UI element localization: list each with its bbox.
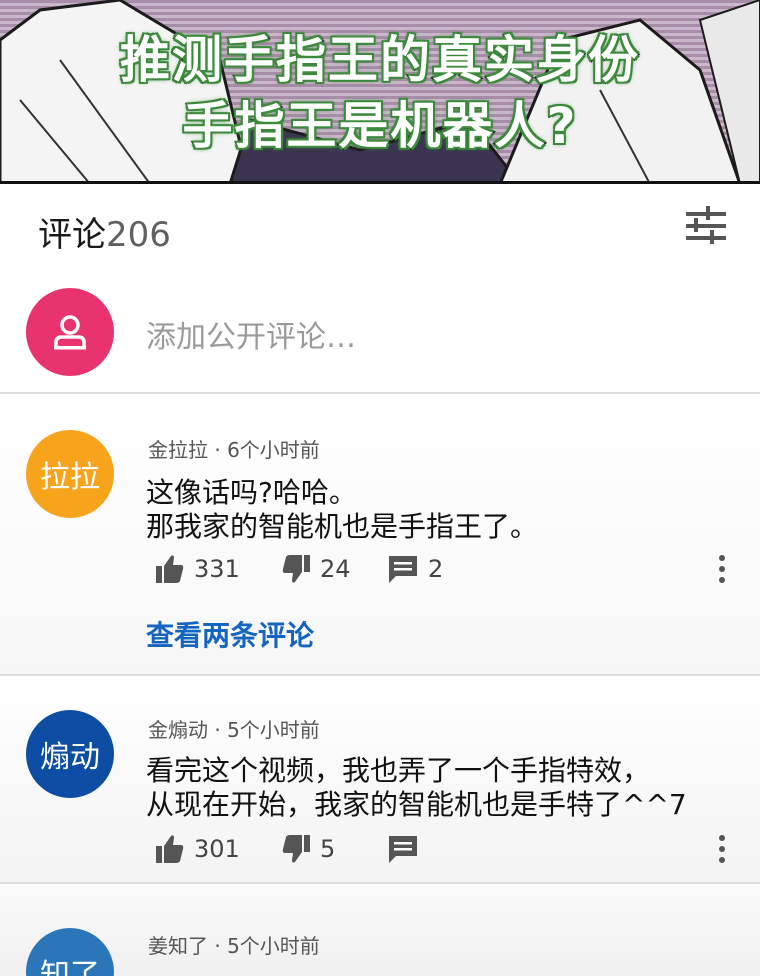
comment-text: 看完这个视频，我也弄了一个手指特效， 从现在开始，我家的智能机也是手特了^^7 [146,754,687,821]
thumbs-up-icon [156,835,184,863]
comment-meta: 金煽动 · 5个小时前 [148,714,320,743]
thumbs-down-icon [282,835,310,863]
comment-icon [389,836,417,863]
comment-text: 这像话吗?哈哈。 那我家的智能机也是手指王了。 [146,476,539,543]
comment-meta: 姜知了 · 5个小时前 [148,930,320,959]
view-replies-link[interactable]: 查看两条评论 [146,614,314,654]
current-user-avatar[interactable] [26,288,114,376]
comments-count: 206 [106,215,171,255]
comment-avatar[interactable]: 拉拉 [26,430,114,518]
person-icon [54,315,86,350]
comment-avatar[interactable]: 煽动 [26,710,114,798]
comment-item: 知了 姜知了 · 5个小时前 [0,886,760,976]
comment-item: 拉拉 金拉拉 · 6个小时前 这像话吗?哈哈。 那我家的智能机也是手指王了。 3… [0,396,760,676]
comments-header: 评论206 [0,187,760,267]
reply-button[interactable]: 2 [388,552,443,586]
comment-author[interactable]: 金拉拉 [148,438,208,462]
comments-title: 评论206 [38,207,171,256]
thumbs-down-icon [282,555,310,583]
like-count: 301 [194,835,240,863]
dislike-count: 5 [320,835,336,863]
dislike-button[interactable]: 24 [282,552,351,586]
comment-author[interactable]: 金煽动 [148,718,208,742]
reply-button[interactable] [388,832,418,866]
sliders-icon[interactable] [684,206,728,246]
comment-icon [389,556,417,583]
like-button[interactable]: 331 [156,552,240,586]
dislike-count: 24 [320,555,351,583]
dislike-button[interactable]: 5 [282,832,335,866]
comment-time: · 6个小时前 [214,438,320,462]
comment-time: · 5个小时前 [214,934,320,958]
add-comment-row: 添加公开评论… [0,270,760,394]
more-vertical-icon[interactable] [712,552,732,586]
comment-item: 煽动 金煽动 · 5个小时前 看完这个视频，我也弄了一个手指特效， 从现在开始，… [0,678,760,884]
comment-meta: 金拉拉 · 6个小时前 [148,434,320,463]
like-count: 331 [194,555,240,583]
banner-caption-line1: 推测手指王的真实身份 [119,30,640,91]
comment-author[interactable]: 姜知了 [148,934,208,958]
comment-avatar[interactable]: 知了 [26,928,114,976]
comment-actions: 331 24 2 [156,552,746,586]
comment-actions: 301 5 [156,832,746,866]
comments-title-label: 评论 [38,215,106,255]
add-comment-input[interactable]: 添加公开评论… [146,312,356,356]
manga-banner: 推测手指王的真实身份 手指王是机器人? [0,0,760,184]
thumbs-up-icon [156,555,184,583]
like-button[interactable]: 301 [156,832,240,866]
banner-caption-line2: 手指王是机器人? [181,96,578,157]
more-vertical-icon[interactable] [712,832,732,866]
reply-count: 2 [428,555,444,583]
comment-time: · 5个小时前 [214,718,320,742]
